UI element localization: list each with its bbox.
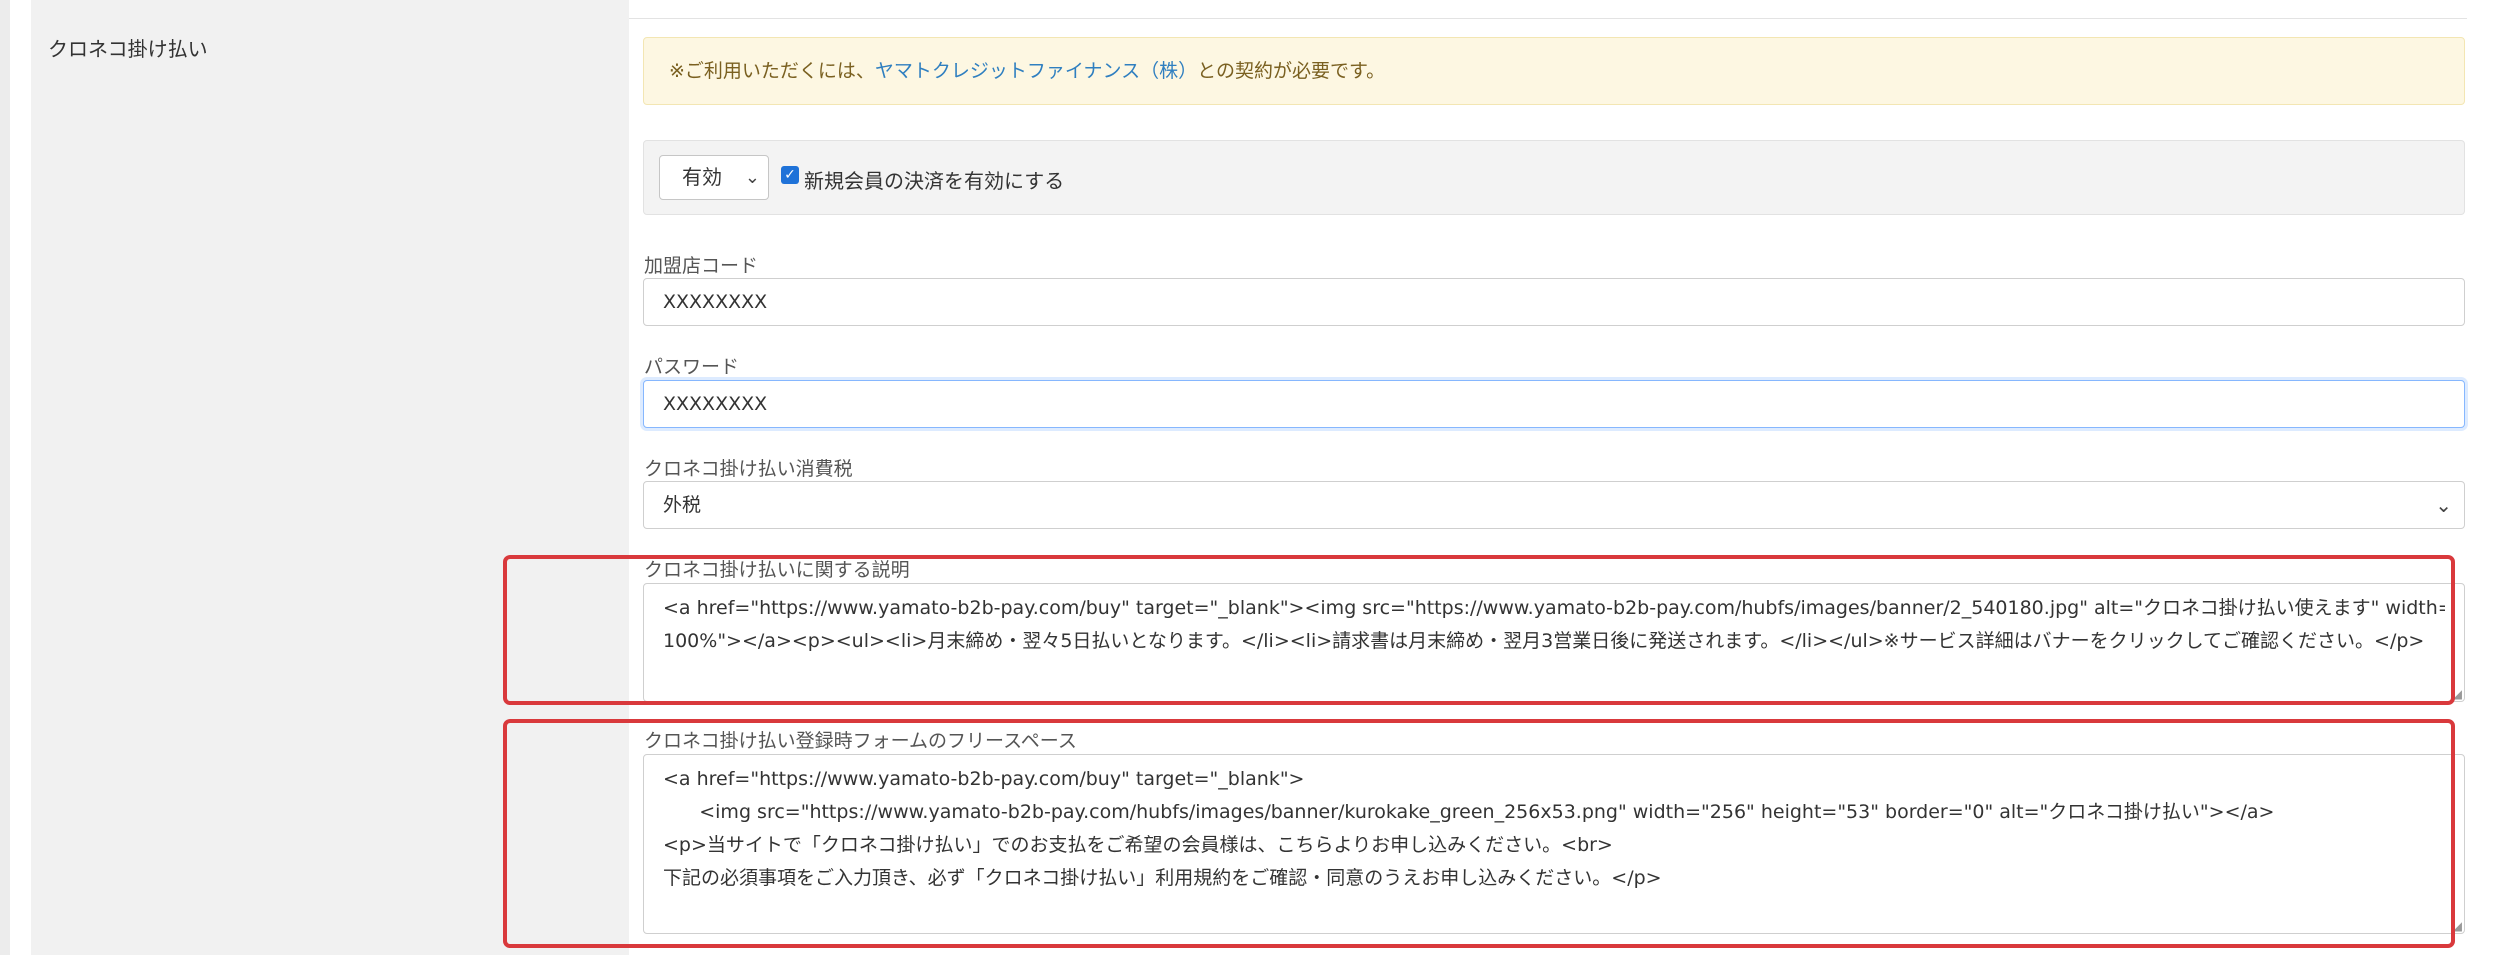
notice-suffix: との契約が必要です。 [1197, 60, 1386, 82]
contract-notice: ※ご利用いただくには、ヤマトクレジットファイナンス（株）との契約が必要です。 [643, 37, 2465, 105]
free-space-label: クロネコ掛け払い登録時フォームのフリースペース [644, 730, 1077, 752]
textarea-line: 下記の必須事項をご入力頂き、必ず「クロネコ掛け払い」利用規約をご確認・同意のうえ… [663, 867, 1662, 889]
finance-company-link[interactable]: ヤマトクレジットファイナンス（株） [875, 60, 1197, 82]
chevron-down-icon: ⌄ [744, 167, 760, 188]
merchant-code-label: 加盟店コード [644, 255, 759, 277]
free-space-textarea[interactable]: <a href="https://www.yamato-b2b-pay.com/… [643, 754, 2465, 934]
textarea-line: <img src="https://www.yamato-b2b-pay.com… [663, 801, 2275, 823]
status-panel: 有効 ⌄ ✓ 新規会員の決済を有効にする [643, 140, 2465, 215]
textarea-line: <a href="https://www.yamato-b2b-pay.com/… [663, 597, 2445, 619]
description-label: クロネコ掛け払いに関する説明 [644, 559, 910, 581]
tax-label: クロネコ掛け払い消費税 [644, 458, 853, 480]
password-label: パスワード [644, 356, 740, 378]
resize-handle-icon[interactable]: ◢ [2453, 920, 2462, 932]
textarea-line: <a href="https://www.yamato-b2b-pay.com/… [663, 768, 1305, 790]
settings-label-column [31, 0, 629, 955]
notice-prefix: ※ご利用いただくには、 [669, 60, 875, 82]
divider [629, 18, 2467, 19]
textarea-line: 100%"></a><p><ul><li>月末締め・翌々5日払いとなります。</… [663, 630, 2425, 652]
left-gutter [0, 0, 10, 955]
status-select-value: 有効 [682, 165, 722, 189]
status-select[interactable]: 有効 ⌄ [659, 155, 769, 200]
new-member-checkbox[interactable]: ✓ [781, 166, 799, 184]
tax-select[interactable]: 外税 ⌄ [643, 481, 2465, 529]
merchant-code-input[interactable]: XXXXXXXX [643, 278, 2465, 326]
tax-select-value: 外税 [663, 494, 702, 516]
textarea-line: <p>当サイトで「クロネコ掛け払い」でのお支払をご希望の会員様は、こちらよりお申… [663, 834, 1613, 856]
password-input[interactable]: XXXXXXXX [643, 380, 2465, 428]
description-textarea[interactable]: <a href="https://www.yamato-b2b-pay.com/… [643, 583, 2465, 702]
chevron-down-icon: ⌄ [2435, 493, 2452, 517]
new-member-checkbox-label[interactable]: 新規会員の決済を有効にする [804, 165, 1064, 194]
section-title: クロネコ掛け払い [48, 37, 208, 61]
resize-handle-icon[interactable]: ◢ [2453, 688, 2462, 700]
